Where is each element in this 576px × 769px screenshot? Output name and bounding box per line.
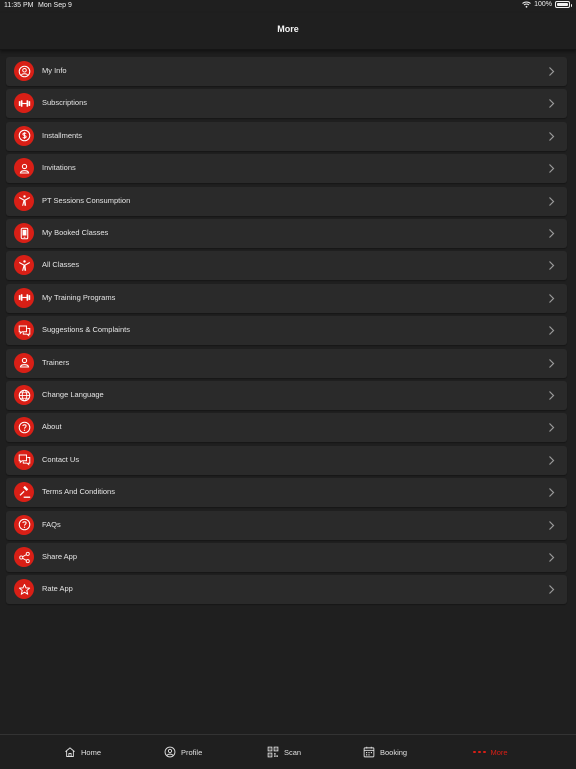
menu-item-contact-us[interactable]: Contact Us bbox=[6, 445, 567, 475]
chevron-right-icon bbox=[549, 99, 555, 109]
home-icon bbox=[65, 747, 75, 757]
menu-item-label: All Classes bbox=[42, 260, 80, 270]
chevron-right-icon bbox=[549, 520, 555, 530]
gavel-icon bbox=[14, 482, 34, 503]
profile-icon bbox=[164, 746, 176, 758]
tab-label: Booking bbox=[380, 747, 408, 757]
menu-item-label: About bbox=[42, 422, 62, 432]
status-right: 100% bbox=[522, 1, 572, 8]
menu-item-all-classes[interactable]: All Classes bbox=[6, 251, 567, 281]
tab-home[interactable]: Home bbox=[64, 735, 101, 769]
star-icon bbox=[14, 579, 34, 600]
chevron-right-icon bbox=[549, 423, 555, 433]
chevron-right-icon bbox=[549, 391, 555, 400]
menu-item-about[interactable]: About bbox=[6, 413, 567, 443]
menu-item-change-language[interactable]: Change Language bbox=[6, 381, 567, 410]
menu-item-label: Change Language bbox=[42, 390, 104, 399]
page-title: More bbox=[277, 24, 299, 34]
fitness-figure-icon bbox=[14, 255, 34, 276]
user-circle-icon bbox=[14, 61, 34, 81]
chevron-right-icon bbox=[549, 455, 555, 465]
menu-item-label: Subscriptions bbox=[42, 98, 88, 108]
tab-label: Home bbox=[81, 747, 102, 757]
tab-label: Profile bbox=[181, 747, 203, 757]
menu-item-label: Installments bbox=[42, 130, 83, 140]
tab-bar: Home Profile Scan Booking More bbox=[0, 734, 576, 769]
tab-profile[interactable]: Profile bbox=[164, 735, 202, 769]
chevron-right-icon bbox=[549, 293, 555, 303]
tab-booking[interactable]: Booking bbox=[363, 735, 407, 769]
menu-item-my-training-programs[interactable]: My Training Programs bbox=[6, 283, 567, 313]
menu-item-label: My Training Programs bbox=[42, 292, 116, 302]
nav-header: More bbox=[0, 13, 576, 50]
menu-item-faqs[interactable]: FAQs bbox=[6, 510, 567, 540]
chevron-right-icon bbox=[549, 326, 555, 336]
more-dots-icon bbox=[473, 750, 486, 754]
menu-item-label: Rate App bbox=[42, 584, 73, 594]
calendar-icon bbox=[363, 746, 375, 758]
menu-item-label: Suggestions & Complaints bbox=[42, 325, 130, 335]
qr-icon bbox=[267, 746, 279, 758]
menu-item-label: FAQs bbox=[42, 519, 61, 529]
menu-item-label: Trainers bbox=[42, 357, 70, 367]
question-icon bbox=[14, 417, 34, 438]
menu-item-label: My Info bbox=[42, 66, 67, 75]
menu-item-terms-and-conditions[interactable]: Terms And Conditions bbox=[6, 478, 567, 508]
chevron-right-icon bbox=[549, 585, 555, 595]
chevron-right-icon bbox=[549, 229, 555, 238]
share-icon bbox=[14, 547, 34, 567]
menu-item-my-info[interactable]: My Info bbox=[6, 57, 567, 86]
status-bar: 11:35 PM Mon Sep 9 100% bbox=[0, 0, 576, 13]
battery-percent: 100% bbox=[534, 1, 552, 8]
chat-icon bbox=[14, 449, 34, 470]
globe-icon bbox=[14, 385, 34, 405]
menu-item-pt-sessions-consumption[interactable]: PT Sessions Consumption bbox=[6, 186, 567, 216]
chevron-right-icon bbox=[549, 261, 555, 271]
menu-item-label: Invitations bbox=[42, 163, 76, 173]
menu-item-installments[interactable]: Installments bbox=[6, 121, 567, 151]
chevron-right-icon bbox=[549, 553, 555, 562]
question-icon bbox=[14, 514, 34, 535]
battery-icon bbox=[555, 1, 572, 8]
tab-scan[interactable]: Scan bbox=[267, 735, 301, 769]
user-icon bbox=[14, 158, 34, 179]
menu-item-label: Share App bbox=[42, 552, 78, 561]
chevron-right-icon bbox=[549, 164, 555, 174]
menu-item-label: PT Sessions Consumption bbox=[42, 195, 131, 205]
menu-item-subscriptions[interactable]: Subscriptions bbox=[6, 89, 567, 119]
tab-more[interactable]: More bbox=[473, 735, 508, 769]
chevron-right-icon bbox=[549, 358, 555, 368]
menu-item-my-booked-classes[interactable]: My Booked Classes bbox=[6, 219, 567, 248]
fitness-figure-icon bbox=[14, 190, 34, 211]
menu-item-suggestions-complaints[interactable]: Suggestions & Complaints bbox=[6, 316, 567, 346]
dollar-icon bbox=[14, 125, 34, 146]
chevron-right-icon bbox=[549, 67, 555, 76]
menu-item-trainers[interactable]: Trainers bbox=[6, 348, 567, 378]
tab-label: More bbox=[490, 747, 508, 757]
dumbbell-icon bbox=[14, 93, 34, 114]
user-icon bbox=[14, 352, 34, 373]
menu-item-label: Terms And Conditions bbox=[42, 487, 115, 497]
tab-label: Scan bbox=[284, 747, 302, 757]
chevron-right-icon bbox=[549, 131, 555, 141]
chevron-right-icon bbox=[549, 488, 555, 498]
menu-item-share-app[interactable]: Share App bbox=[6, 543, 567, 572]
battery-fill bbox=[557, 3, 568, 6]
phone-icon bbox=[14, 223, 34, 243]
battery-tip bbox=[570, 4, 572, 7]
dumbbell-icon bbox=[14, 287, 34, 308]
chat-icon bbox=[14, 320, 34, 341]
menu-item-invitations[interactable]: Invitations bbox=[6, 154, 567, 184]
status-time: 11:35 PM bbox=[4, 2, 34, 9]
status-date: Mon Sep 9 bbox=[38, 2, 72, 9]
menu-item-label: Contact Us bbox=[42, 454, 80, 464]
menu-item-rate-app[interactable]: Rate App bbox=[6, 575, 567, 605]
menu-item-label: My Booked Classes bbox=[42, 228, 109, 237]
chevron-right-icon bbox=[549, 196, 555, 206]
wifi-icon bbox=[522, 1, 531, 8]
